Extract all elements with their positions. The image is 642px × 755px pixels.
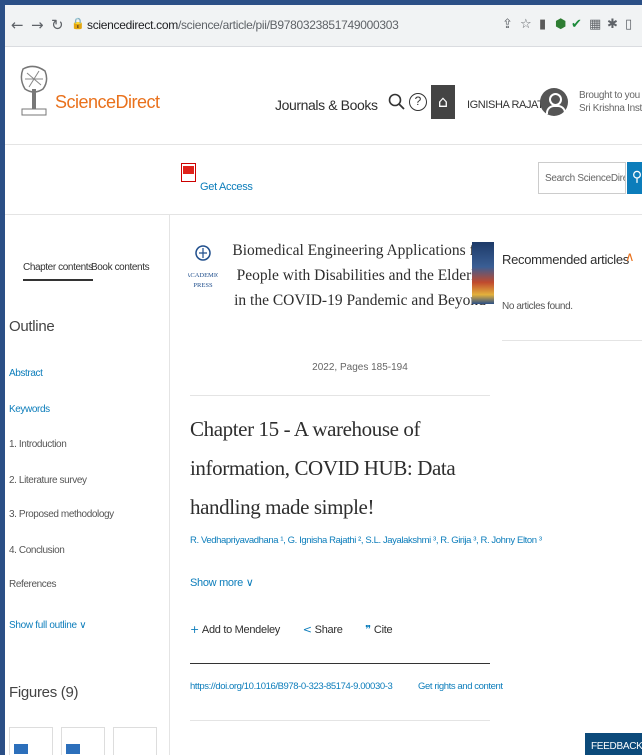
recommended-articles-title: Recommended articles (502, 252, 629, 267)
search-button[interactable]: ⚲ (627, 162, 642, 194)
svg-text:ACADEMIC: ACADEMIC (188, 272, 218, 279)
show-full-outline-button[interactable]: Show full outline ∨ (9, 620, 87, 631)
add-to-mendeley-label: Add to Mendeley (201, 624, 280, 636)
outline-item-references[interactable]: References (9, 579, 57, 590)
book-title[interactable]: Biomedical Engineering Applications for … (230, 238, 490, 313)
search-icon[interactable] (388, 93, 406, 111)
forward-icon[interactable]: → (31, 16, 44, 34)
chapter-title: Chapter 15 - A warehouse of information,… (190, 417, 456, 519)
chevron-down-icon: ∨ (245, 577, 254, 589)
plus-icon: + (190, 623, 199, 636)
sub-header: Get Access Search ScienceDirect ⚲ (5, 145, 642, 215)
figure-thumbnail[interactable] (9, 727, 53, 755)
divider (502, 340, 642, 341)
url-host: sciencedirect.com (87, 18, 178, 32)
divider (190, 395, 490, 396)
institution-name: Sri Krishna Institute (579, 103, 642, 114)
academic-press-logo[interactable]: ACADEMIC PRESS (188, 243, 218, 298)
outline-item-abstract[interactable]: Abstract (9, 368, 43, 379)
cite-button[interactable]: ❞ Cite (365, 623, 402, 636)
extension-icon[interactable]: ▮ (539, 17, 546, 32)
page-range: 2022, Pages 185-194 (312, 362, 408, 373)
extensions-puzzle-icon[interactable]: ✱ (607, 17, 618, 32)
sidebar: Chapter contents Book contents Outline A… (5, 215, 170, 755)
no-articles-message: No articles found. (502, 301, 573, 312)
institution-icon[interactable]: ⌂ (431, 85, 455, 119)
get-access-link[interactable]: Get Access (200, 181, 253, 193)
show-more-label: Show more (190, 577, 243, 589)
svg-text:PRESS: PRESS (193, 282, 213, 289)
figure-thumbnail[interactable] (61, 727, 105, 755)
brand-name[interactable]: ScienceDirect (55, 92, 160, 113)
doi-link[interactable]: https://doi.org/10.1016/B978-0-323-85174… (190, 681, 393, 692)
quote-icon: ❞ (365, 623, 371, 636)
article-main: ACADEMIC PRESS Biomedical Engineering Ap… (170, 215, 542, 755)
outline-item-literature[interactable]: 2. Literature survey (9, 475, 87, 486)
chevron-down-icon: ∨ (79, 620, 87, 631)
divider (190, 663, 490, 664)
outline-item-conclusion[interactable]: 4. Conclusion (9, 545, 65, 556)
help-icon[interactable]: ? (409, 93, 427, 111)
address-bar[interactable]: sciencedirect.com/science/article/pii/B9… (87, 18, 399, 32)
figure-thumbnail[interactable] (113, 727, 157, 755)
site-header: ScienceDirect Journals & Books ? ⌂ IGNIS… (5, 47, 642, 145)
article-actions: + Add to Mendeley < Share ❞ Cite (190, 623, 412, 636)
extension-grid-icon[interactable]: ▦ (589, 17, 601, 32)
journals-books-link[interactable]: Journals & Books (275, 97, 378, 113)
sidepanel-icon[interactable]: ▯ (625, 17, 632, 32)
show-full-outline-label: Show full outline (9, 620, 77, 631)
browser-window: ← → ↻ 🔒 sciencedirect.com/science/articl… (5, 5, 642, 755)
share-button[interactable]: < Share (302, 623, 353, 636)
share-label: Share (314, 624, 343, 636)
share-page-icon[interactable]: ⇪ (502, 17, 513, 32)
search-input[interactable]: Search ScienceDirect (538, 162, 626, 194)
outline-item-methodology[interactable]: 3. Proposed methodology (9, 509, 114, 520)
lock-icon[interactable]: 🔒 (71, 17, 85, 30)
outline-title: Outline (9, 318, 55, 335)
divider (190, 720, 490, 721)
extension-check-icon[interactable]: ✔ (571, 17, 582, 32)
figures-title: Figures (9) (9, 684, 79, 701)
tab-chapter-contents[interactable]: Chapter contents (23, 262, 93, 281)
add-to-mendeley-button[interactable]: + Add to Mendeley (190, 623, 290, 636)
bookmark-star-icon[interactable]: ☆ (520, 17, 532, 32)
chevron-up-icon[interactable]: ∧ (625, 250, 635, 265)
url-path: /science/article/pii/B978032385174900030… (177, 18, 399, 32)
get-rights-link[interactable]: Get rights and content (418, 681, 503, 692)
tab-book-contents[interactable]: Book contents (91, 262, 150, 273)
pdf-icon[interactable] (181, 163, 196, 182)
extension-shield-icon[interactable]: ⬢ (555, 17, 566, 32)
avatar[interactable] (540, 88, 568, 116)
author-list[interactable]: R. Vedhapriyavadhana ¹, G. Ignisha Rajat… (190, 535, 542, 546)
brought-label: Brought to you by: (579, 90, 642, 101)
cite-label: Cite (373, 624, 393, 636)
back-icon[interactable]: ← (11, 16, 24, 34)
browser-toolbar: ← → ↻ 🔒 sciencedirect.com/science/articl… (5, 5, 642, 47)
brought-to-you: Brought to you by: Sri Krishna Institute (579, 89, 642, 115)
show-more-button[interactable]: Show more ∨ (190, 576, 254, 589)
elsevier-tree-logo[interactable] (19, 65, 49, 117)
book-cover-image[interactable] (472, 242, 494, 304)
outline-item-introduction[interactable]: 1. Introduction (9, 439, 67, 450)
reload-icon[interactable]: ↻ (51, 16, 64, 34)
feedback-button[interactable]: FEEDBACK (585, 733, 642, 755)
outline-item-keywords[interactable]: Keywords (9, 404, 50, 415)
share-icon: < (302, 623, 312, 636)
